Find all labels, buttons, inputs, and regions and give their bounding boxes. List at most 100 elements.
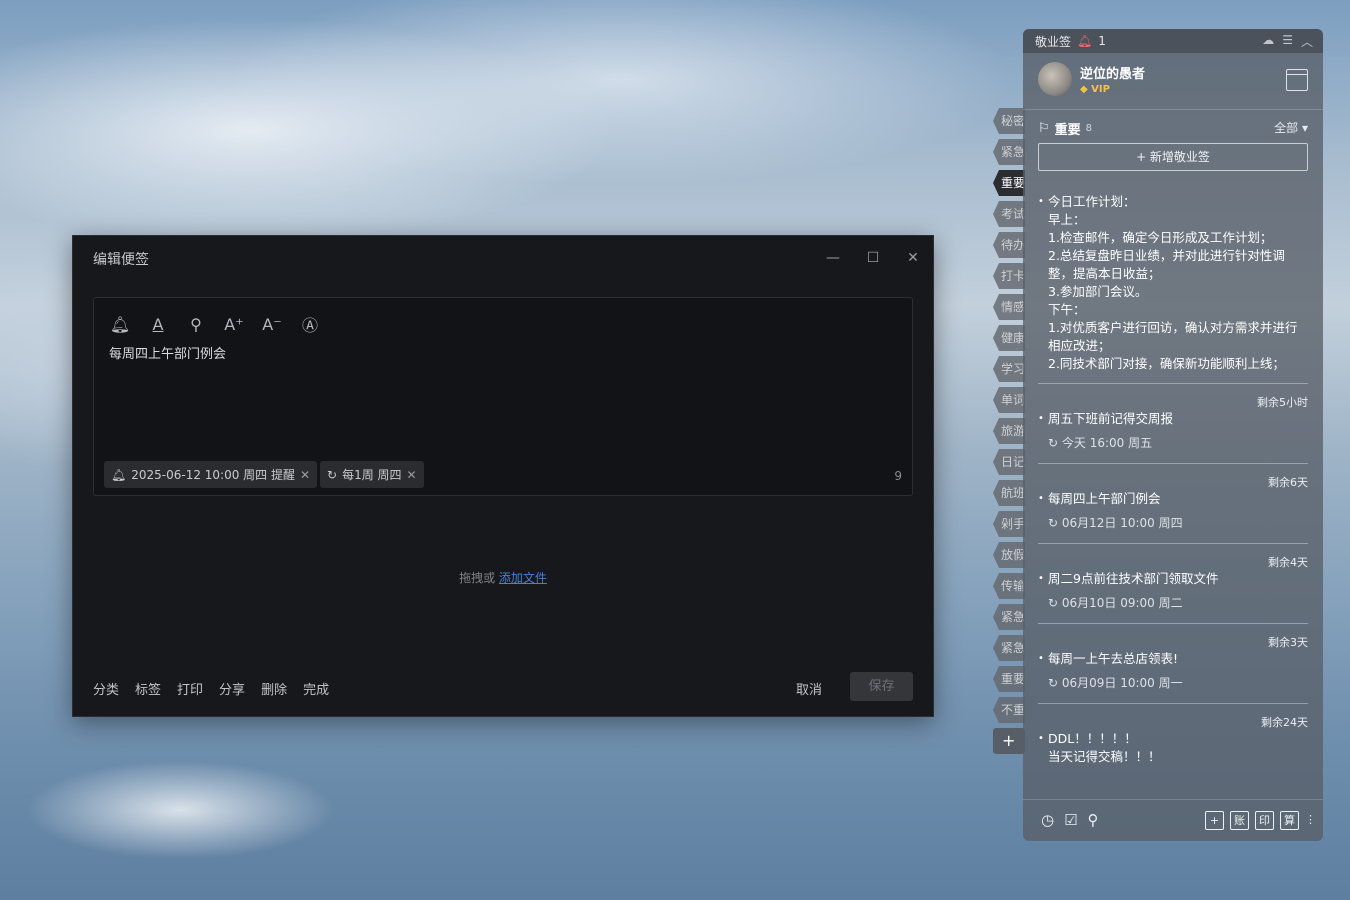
tab-category[interactable]: 健康 (993, 325, 1025, 351)
notification-icon[interactable]: 🔔︎ (1077, 34, 1092, 48)
share-button[interactable]: 分享 (219, 679, 245, 698)
sticky-note-panel: 敬业签 🔔︎ 1 ☁ ☰ ︿ 逆位的愚者 ◆ VIP ⚐ 重要 8 全部 ▾ +… (1023, 29, 1323, 841)
notification-count: 1 (1098, 34, 1106, 48)
repeat-chip[interactable]: ↻ 每1周 周四 ✕ (320, 461, 424, 488)
category-button[interactable]: 分类 (93, 679, 119, 698)
tab-category[interactable]: 航班 (993, 480, 1025, 506)
category-count: 8 (1085, 123, 1093, 134)
tab-category-active[interactable]: 重要 (993, 170, 1025, 196)
cancel-button[interactable]: 取消 (796, 679, 822, 698)
avatar[interactable] (1038, 62, 1072, 96)
note-text: 每周四上午部门例会 (1038, 490, 1308, 508)
save-button[interactable]: 保存 (850, 672, 913, 701)
remove-repeat-icon[interactable]: ✕ (407, 468, 417, 482)
search-icon[interactable]: ⚲ (184, 312, 208, 336)
text-style-icon[interactable]: Ⓐ (298, 312, 322, 336)
note-editor[interactable]: 🔔︎ A ⚲ A⁺ A⁻ Ⓐ 每周四上午部门例会 🔔︎ 2025-06-12 1… (93, 297, 913, 496)
add-category-button[interactable]: + (993, 728, 1025, 754)
tab-category[interactable]: 学习 (993, 356, 1025, 382)
remove-reminder-icon[interactable]: ✕ (300, 468, 310, 482)
add-file-link[interactable]: 添加文件 (499, 571, 547, 585)
menu-icon[interactable]: ☰ (1282, 33, 1293, 50)
remaining-time: 剩余24天 (1261, 716, 1308, 729)
note-text: DDL！！！！！ 当天记得交稿！！！ (1038, 730, 1308, 766)
print-icon[interactable]: 印 (1255, 811, 1274, 830)
note-content[interactable]: 每周四上午部门例会 (109, 343, 226, 362)
note-list[interactable]: 今日工作计划： 早上： 1.检查邮件，确定今日形成及工作计划； 2.总结复盘昨日… (1038, 189, 1308, 797)
note-reminder: ↻ 06月09日 10:00 周一 (1048, 676, 1183, 690)
divider (1023, 109, 1323, 110)
char-count: 9 (894, 469, 902, 483)
repeat-text: 每1周 周四 (342, 468, 402, 482)
bell-icon[interactable]: 🔔︎ (108, 312, 132, 336)
tab-category[interactable]: 紧急 (993, 604, 1025, 630)
done-list-icon[interactable]: ☑ (1064, 811, 1077, 829)
list-item[interactable]: 剩余4天 周二9点前往技术部门领取文件 ↻ 06月10日 09:00 周二 (1038, 544, 1308, 624)
collapse-icon[interactable]: ︿ (1301, 33, 1313, 50)
ledger-icon[interactable]: 账 (1230, 811, 1249, 830)
repeat-icon: ↻ (327, 467, 338, 482)
list-item[interactable]: 剩余6天 每周四上午部门例会 ↻ 06月12日 10:00 周四 (1038, 464, 1308, 544)
tab-category[interactable]: 重要 (993, 666, 1025, 692)
bottom-toolbar-left: ◷ ☑ ⚲ (1041, 811, 1099, 829)
reminder-text: 2025-06-12 10:00 周四 提醒 (131, 468, 295, 482)
tab-category[interactable]: 旅游 (993, 418, 1025, 444)
text-color-icon[interactable]: A (146, 312, 170, 336)
new-note-button[interactable]: + 新增敬业签 (1038, 143, 1308, 171)
tab-category[interactable]: 情感 (993, 294, 1025, 320)
delete-button[interactable]: 删除 (261, 679, 287, 698)
tab-category[interactable]: 放假 (993, 542, 1025, 568)
tab-category[interactable]: 紧急 (993, 139, 1025, 165)
reminder-chip[interactable]: 🔔︎ 2025-06-12 10:00 周四 提醒 ✕ (104, 461, 318, 488)
remaining-time: 剩余4天 (1268, 556, 1308, 569)
remaining-time: 剩余6天 (1268, 476, 1308, 489)
tab-category[interactable]: 剁手 (993, 511, 1025, 537)
list-item[interactable]: 剩余5小时 周五下班前记得交周报 ↻ 今天 16:00 周五 (1038, 384, 1308, 464)
vip-label: VIP (1091, 84, 1110, 95)
close-button[interactable]: ✕ (903, 248, 923, 268)
window-title: 编辑便签 (93, 252, 149, 268)
search-icon[interactable]: ⚲ (1088, 811, 1099, 829)
list-item[interactable]: 剩余3天 每周一上午去总店领表! ↻ 06月09日 10:00 周一 (1038, 624, 1308, 704)
filter-label: 全部 (1274, 121, 1299, 135)
user-info[interactable]: 逆位的愚者 ◆ VIP (1038, 62, 1145, 96)
app-name: 敬业签 (1035, 34, 1072, 49)
tab-category[interactable]: 待办 (993, 232, 1025, 258)
add-icon[interactable]: + (1205, 811, 1224, 830)
calendar-icon[interactable] (1286, 69, 1308, 91)
more-icon[interactable]: ⋮ (1305, 811, 1316, 830)
category-name: 重要 (1054, 123, 1081, 138)
note-reminder: ↻ 06月12日 10:00 周四 (1048, 516, 1183, 530)
vip-badge: ◆ VIP (1080, 84, 1110, 95)
reminder-time: 06月10日 09:00 周二 (1061, 596, 1183, 610)
file-drop-area[interactable]: 拖拽或 添加文件 (73, 569, 933, 586)
print-button[interactable]: 打印 (177, 679, 203, 698)
tag-button[interactable]: 标签 (135, 679, 161, 698)
filter-dropdown[interactable]: 全部 ▾ (1274, 119, 1308, 136)
reminder-time: 今天 16:00 周五 (1061, 436, 1153, 450)
tab-category[interactable]: 秘密 (993, 108, 1025, 134)
complete-button[interactable]: 完成 (303, 679, 329, 698)
tab-category[interactable]: 考试 (993, 201, 1025, 227)
tab-category[interactable]: 传输 (993, 573, 1025, 599)
minimize-button[interactable]: — (823, 248, 843, 268)
editor-toolbar: 🔔︎ A ⚲ A⁺ A⁻ Ⓐ (108, 312, 322, 336)
tab-category[interactable]: 不重 (993, 697, 1025, 723)
reminder-time: 06月12日 10:00 周四 (1061, 516, 1183, 530)
edit-note-window: 编辑便签 — ☐ ✕ 🔔︎ A ⚲ A⁺ A⁻ Ⓐ 每周四上午部门例会 🔔︎ 2… (72, 235, 934, 717)
font-decrease-icon[interactable]: A⁻ (260, 312, 284, 336)
tab-category[interactable]: 紧急 (993, 635, 1025, 661)
tab-category[interactable]: 日记 (993, 449, 1025, 475)
font-increase-icon[interactable]: A⁺ (222, 312, 246, 336)
drop-text: 拖拽或 (459, 571, 496, 585)
note-text: 周二9点前往技术部门领取文件 (1038, 570, 1308, 588)
list-item[interactable]: 剩余24天 DDL！！！！！ 当天记得交稿！！！ (1038, 704, 1308, 778)
maximize-button[interactable]: ☐ (863, 248, 883, 268)
calculator-icon[interactable]: 算 (1280, 811, 1299, 830)
cloud-sync-icon[interactable]: ☁ (1262, 33, 1274, 50)
category-tabs: 秘密 紧急 重要 考试 待办 打卡 情感 健康 学习 单词 旅游 日记 航班 剁… (993, 108, 1025, 759)
clock-icon[interactable]: ◷ (1041, 811, 1054, 829)
list-item[interactable]: 今日工作计划： 早上： 1.检查邮件，确定今日形成及工作计划； 2.总结复盘昨日… (1038, 189, 1308, 384)
tab-category[interactable]: 打卡 (993, 263, 1025, 289)
tab-category[interactable]: 单词 (993, 387, 1025, 413)
